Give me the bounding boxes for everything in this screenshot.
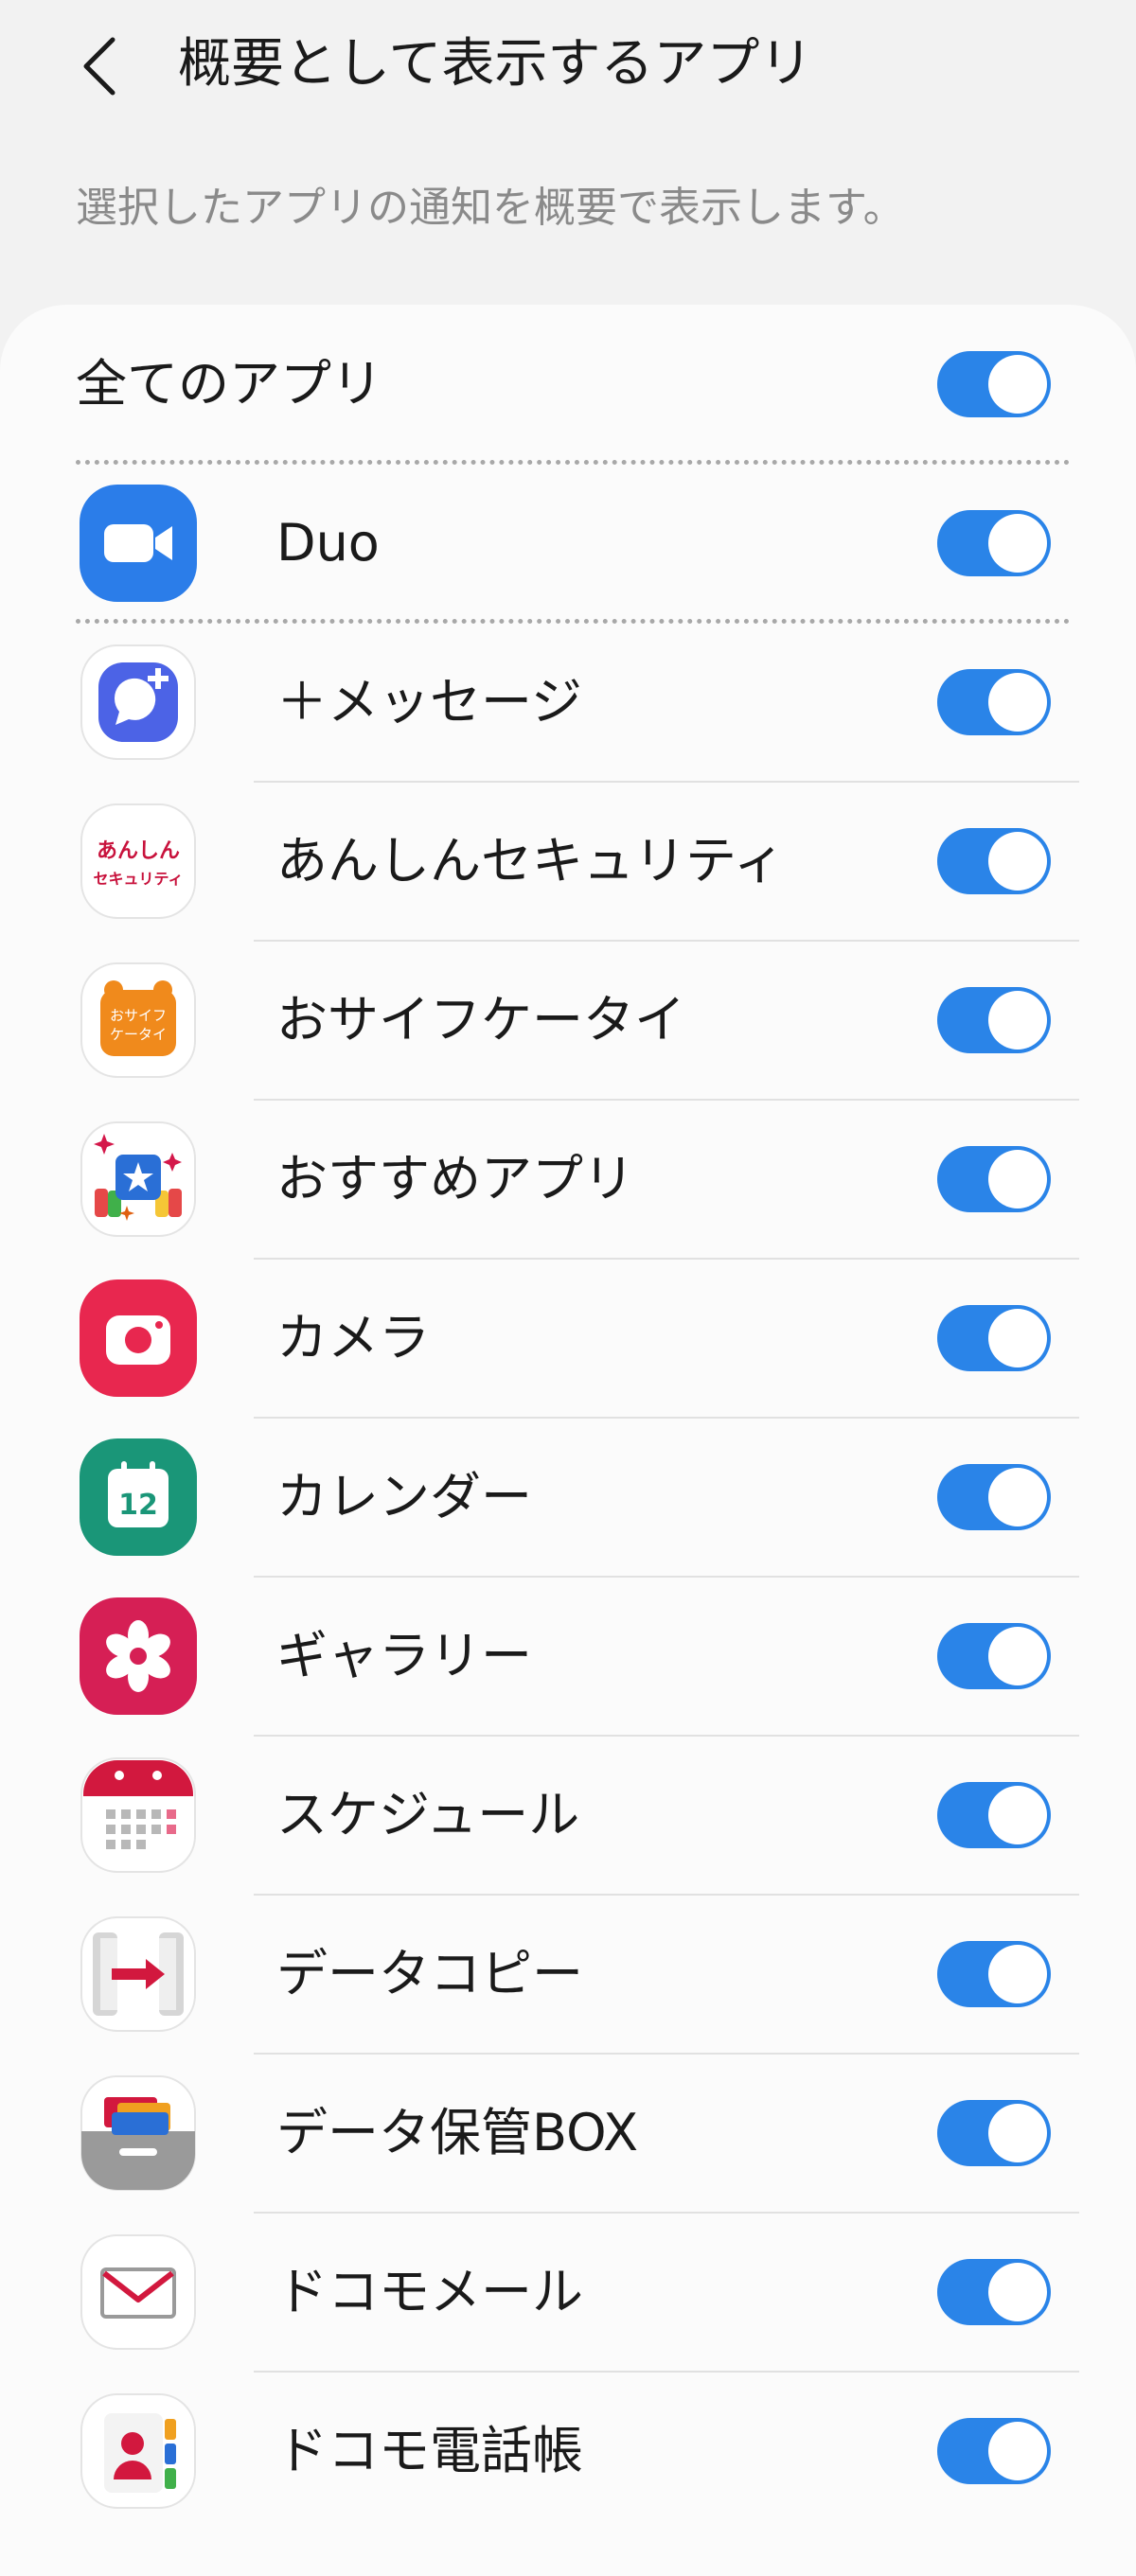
- docomo-phonebook-icon: [80, 2392, 197, 2510]
- app-toggle[interactable]: [937, 1782, 1051, 1848]
- all-apps-label: 全てのアプリ: [76, 354, 382, 414]
- app-list-card: 全てのアプリ Duo ＋メッセージ あんしん セキュリティ あんしんセキュリティ…: [0, 305, 1136, 2576]
- all-apps-row[interactable]: 全てのアプリ: [0, 305, 1136, 464]
- app-row-data-copy[interactable]: データコピー: [0, 1895, 1136, 2054]
- app-row-gallery[interactable]: ギャラリー: [0, 1577, 1136, 1736]
- anshin-security-icon: あんしん セキュリティ: [80, 803, 197, 920]
- app-label: データ保管BOX: [276, 2103, 639, 2162]
- svg-text:あんしん: あんしん: [97, 839, 180, 863]
- app-row-plus-message[interactable]: ＋メッセージ: [0, 623, 1136, 782]
- app-toggle[interactable]: [937, 2259, 1051, 2325]
- app-toggle[interactable]: [937, 1941, 1051, 2007]
- app-row-recommended-apps[interactable]: おすすめアプリ: [0, 1100, 1136, 1259]
- app-row-duo[interactable]: Duo: [0, 464, 1136, 623]
- page-title: 概要として表示するアプリ: [178, 33, 813, 95]
- app-row-anshin-security[interactable]: あんしん セキュリティ あんしんセキュリティ: [0, 782, 1136, 941]
- app-label: Duo: [276, 513, 380, 573]
- app-toggle[interactable]: [937, 987, 1051, 1053]
- back-button[interactable]: [66, 28, 133, 104]
- docomo-mail-icon: [80, 2233, 197, 2351]
- app-label: カレンダー: [276, 1467, 532, 1526]
- app-toggle[interactable]: [937, 1623, 1051, 1689]
- osaifu-keitai-icon: おサイフ ケータイ: [80, 962, 197, 1079]
- app-row-osaifu-keitai[interactable]: おサイフ ケータイ おサイフケータイ: [0, 941, 1136, 1100]
- app-label: おすすめアプリ: [276, 1149, 634, 1209]
- app-toggle[interactable]: [937, 828, 1051, 894]
- app-label: ドコモメール: [276, 2262, 583, 2321]
- app-label: ドコモ電話帳: [276, 2421, 583, 2480]
- camera-icon: [80, 1279, 197, 1397]
- calendar-icon: 12: [80, 1438, 197, 1556]
- gallery-icon: [80, 1597, 197, 1715]
- app-row-schedule[interactable]: スケジュール: [0, 1736, 1136, 1895]
- plus-message-icon: [80, 644, 197, 761]
- app-label: おサイフケータイ: [276, 990, 685, 1050]
- app-row-data-storage-box[interactable]: データ保管BOX: [0, 2054, 1136, 2213]
- duo-icon: [80, 485, 197, 602]
- schedule-icon: [80, 1756, 197, 1874]
- app-bar: 概要として表示するアプリ: [0, 0, 1136, 132]
- app-label: データコピー: [276, 1944, 583, 2003]
- data-copy-icon: [80, 1915, 197, 2033]
- app-label: スケジュール: [276, 1785, 580, 1844]
- app-label: あんしんセキュリティ: [276, 831, 785, 891]
- app-label: ＋メッセージ: [276, 672, 582, 732]
- app-toggle[interactable]: [937, 510, 1051, 576]
- recommended-apps-icon: [80, 1120, 197, 1238]
- chevron-left-icon: [83, 37, 115, 96]
- svg-text:おサイフ: おサイフ: [110, 1007, 167, 1024]
- app-toggle[interactable]: [937, 2100, 1051, 2166]
- app-row-docomo-mail[interactable]: ドコモメール: [0, 2213, 1136, 2372]
- svg-text:12: 12: [118, 1489, 158, 1522]
- data-storage-box-icon: [80, 2074, 197, 2192]
- app-toggle[interactable]: [937, 669, 1051, 735]
- description-text: 選択したアプリの通知を概要で表示します。: [76, 184, 905, 232]
- app-row-camera[interactable]: カメラ: [0, 1259, 1136, 1418]
- app-label: ギャラリー: [276, 1626, 532, 1685]
- app-toggle[interactable]: [937, 2418, 1051, 2484]
- app-row-calendar[interactable]: 12 カレンダー: [0, 1418, 1136, 1577]
- app-row-docomo-phonebook[interactable]: ドコモ電話帳: [0, 2372, 1136, 2531]
- all-apps-toggle[interactable]: [937, 351, 1051, 417]
- app-label: カメラ: [276, 1308, 430, 1367]
- svg-text:ケータイ: ケータイ: [110, 1026, 167, 1043]
- app-toggle[interactable]: [937, 1464, 1051, 1530]
- app-toggle[interactable]: [937, 1305, 1051, 1371]
- app-toggle[interactable]: [937, 1146, 1051, 1212]
- svg-text:セキュリティ: セキュリティ: [93, 870, 183, 888]
